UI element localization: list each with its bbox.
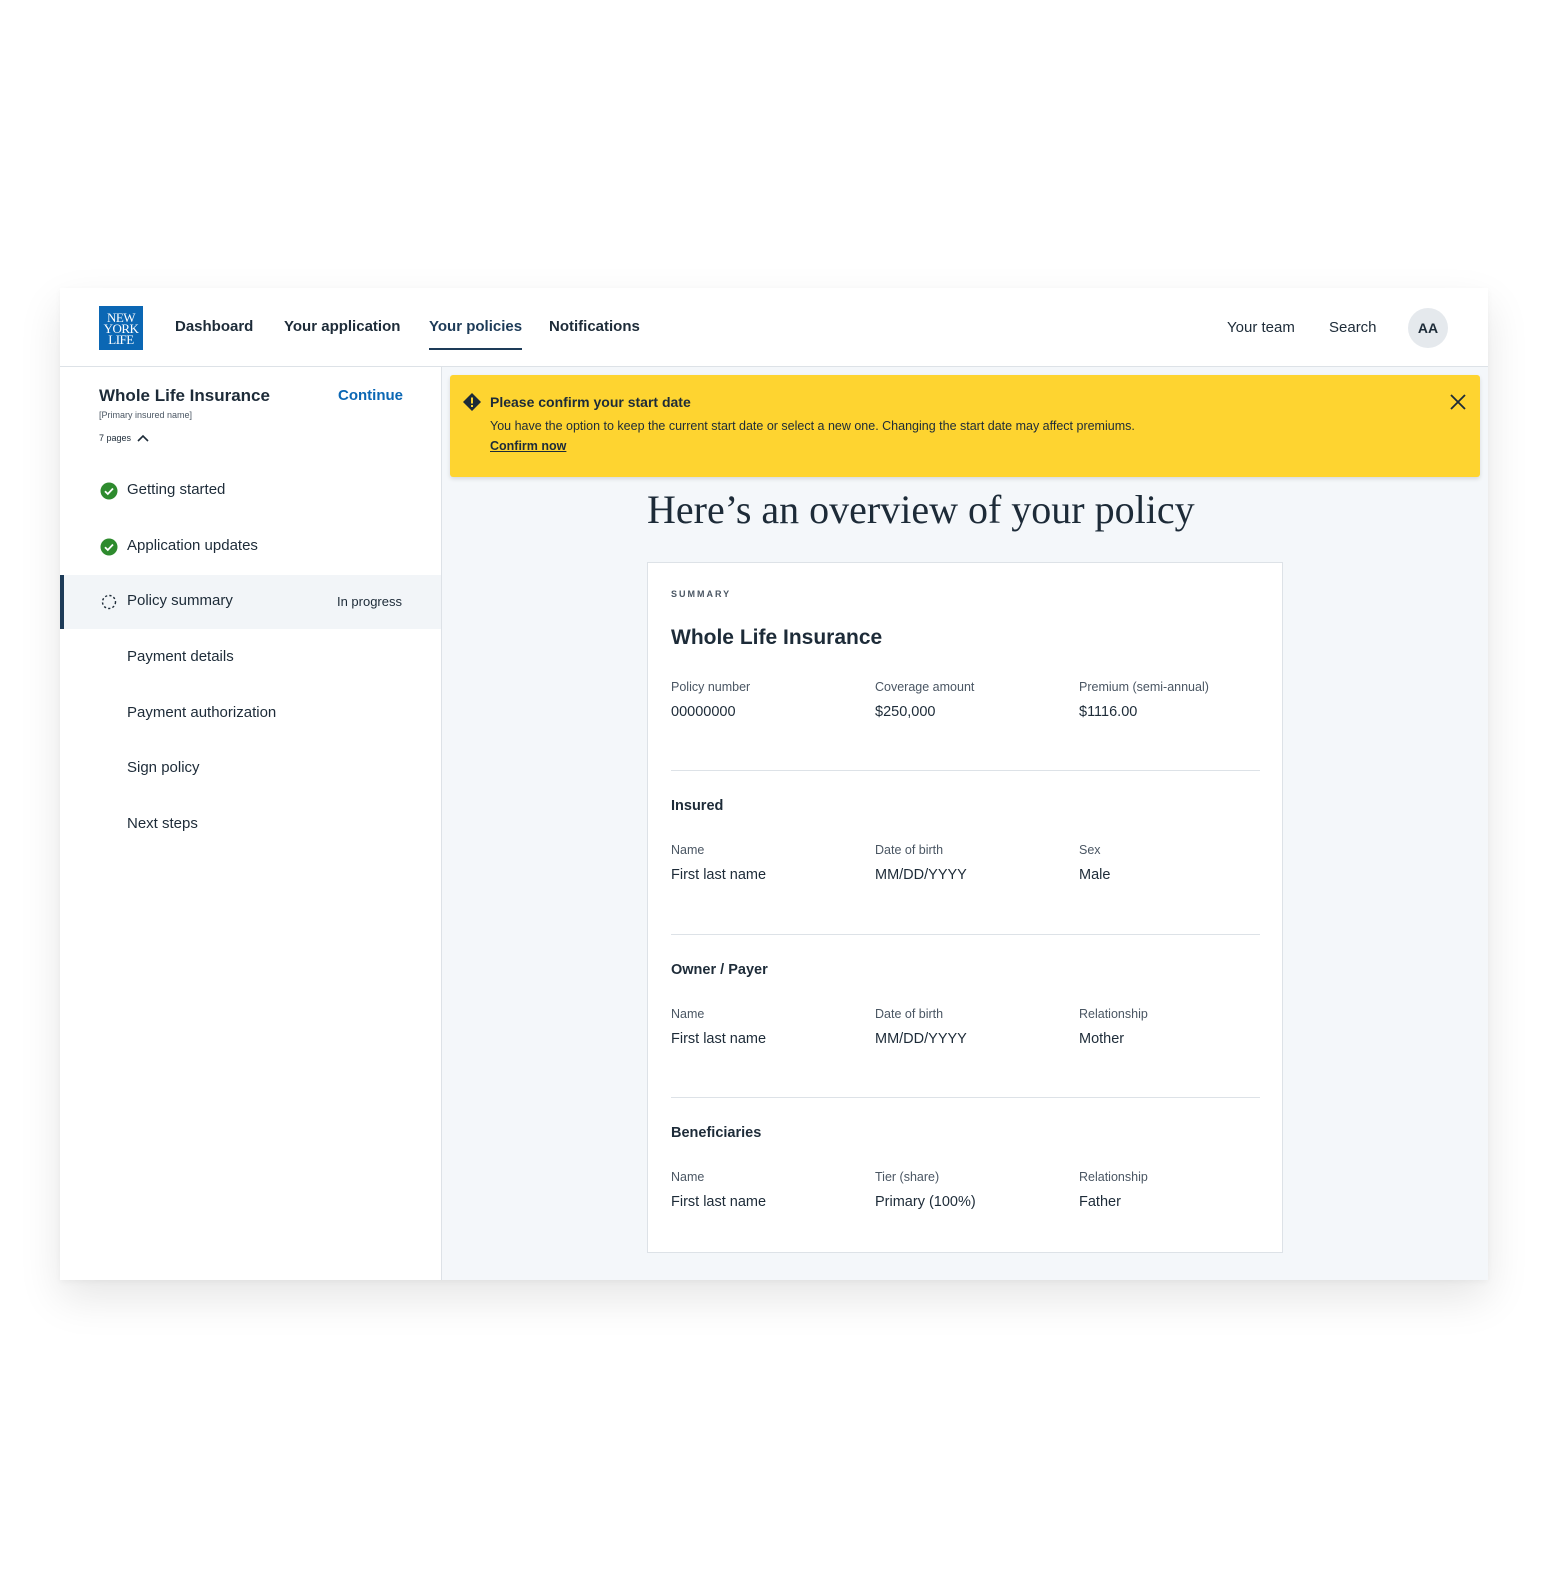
- section-divider: [671, 934, 1260, 935]
- owner-name-label: Name: [671, 1007, 705, 1021]
- insured-dob-label: Date of birth: [875, 843, 944, 857]
- premium-label: Premium (semi-annual): [1079, 680, 1209, 694]
- primary-insured-name: [Primary insured name]: [99, 410, 193, 420]
- pages-count: 7 pages: [99, 433, 132, 443]
- nav-dashboard[interactable]: Dashboard: [175, 318, 253, 350]
- close-icon[interactable]: [1446, 390, 1470, 414]
- pages-toggle[interactable]: 7 pages: [99, 433, 149, 443]
- step-label: Payment authorization: [127, 704, 277, 721]
- policy-number-label: Policy number: [671, 680, 751, 694]
- owner-relationship-value: Mother: [1079, 1031, 1125, 1047]
- continue-button[interactable]: Continue: [338, 387, 403, 404]
- nav-your-application[interactable]: Your application: [284, 318, 400, 350]
- insured-section-title: Insured: [671, 798, 724, 814]
- confirm-now-link[interactable]: Confirm now: [490, 439, 566, 453]
- insured-dob-value: MM/DD/YYYY: [875, 867, 967, 883]
- step-label: Payment details: [127, 648, 234, 665]
- step-label: Application updates: [127, 537, 258, 554]
- owner-dob-value: MM/DD/YYYY: [875, 1031, 967, 1047]
- insured-name-value: First last name: [671, 867, 767, 883]
- coverage-amount-label: Coverage amount: [875, 680, 975, 694]
- step-label: Next steps: [127, 815, 198, 832]
- policy-number-value: 00000000: [671, 704, 736, 720]
- step-application-updates[interactable]: Application updates: [60, 520, 441, 574]
- nav-notifications[interactable]: Notifications: [549, 318, 640, 350]
- step-next-steps[interactable]: Next steps: [60, 798, 441, 852]
- top-navigation: NEW YORK LIFE Dashboard Your application…: [60, 288, 1488, 367]
- owner-name-value: First last name: [671, 1031, 767, 1047]
- beneficiary-tier-value: Primary (100%): [875, 1194, 976, 1210]
- card-eyebrow: SUMMARY: [671, 589, 732, 599]
- coverage-amount-value: $250,000: [875, 704, 936, 720]
- nav-search[interactable]: Search: [1329, 319, 1377, 336]
- beneficiary-name-value: First last name: [671, 1194, 767, 1210]
- step-label: Getting started: [127, 481, 226, 498]
- policy-summary-card: SUMMARY Whole Life Insurance Policy numb…: [647, 562, 1283, 1253]
- warning-diamond-icon: [463, 393, 481, 411]
- alert-message: You have the option to keep the current …: [490, 419, 1135, 433]
- section-divider: [671, 770, 1260, 771]
- application-sidebar: Whole Life Insurance Continue [Primary i…: [60, 367, 442, 1280]
- insured-sex-value: Male: [1079, 867, 1111, 883]
- step-payment-details[interactable]: Payment details: [60, 631, 441, 685]
- user-avatar[interactable]: AA: [1408, 308, 1448, 348]
- step-status-badge: In progress: [336, 594, 402, 609]
- check-circle-icon: [100, 538, 118, 556]
- card-title: Whole Life Insurance: [671, 626, 883, 649]
- premium-value: $1116.00: [1079, 704, 1138, 720]
- page-title: Here’s an overview of your policy: [647, 487, 1195, 532]
- step-getting-started[interactable]: Getting started: [60, 464, 441, 518]
- new-york-life-logo[interactable]: NEW YORK LIFE: [99, 306, 143, 350]
- insured-sex-label: Sex: [1079, 843, 1101, 857]
- nav-your-policies[interactable]: Your policies: [429, 318, 523, 350]
- check-circle-icon: [100, 482, 118, 500]
- step-label: Sign policy: [127, 759, 200, 776]
- insured-name-label: Name: [671, 843, 705, 857]
- app-window: NEW YORK LIFE Dashboard Your application…: [60, 288, 1488, 1280]
- start-date-alert: Please confirm your start date You have …: [450, 375, 1480, 477]
- section-divider: [671, 1097, 1260, 1098]
- in-progress-icon: [101, 594, 117, 610]
- step-label: Policy summary: [127, 592, 233, 609]
- owner-payer-section-title: Owner / Payer: [671, 962, 768, 978]
- beneficiary-name-label: Name: [671, 1170, 705, 1184]
- step-sign-policy[interactable]: Sign policy: [60, 742, 441, 796]
- owner-relationship-label: Relationship: [1079, 1007, 1148, 1021]
- chevron-up-icon: [137, 434, 149, 442]
- sidebar-title: Whole Life Insurance: [99, 386, 270, 405]
- beneficiary-relationship-label: Relationship: [1079, 1170, 1148, 1184]
- beneficiaries-section-title: Beneficiaries: [671, 1125, 762, 1141]
- nav-your-team[interactable]: Your team: [1227, 319, 1295, 336]
- step-payment-authorization[interactable]: Payment authorization: [60, 687, 441, 741]
- alert-title: Please confirm your start date: [490, 394, 691, 410]
- beneficiary-tier-label: Tier (share): [875, 1170, 940, 1184]
- beneficiary-relationship-value: Father: [1079, 1194, 1121, 1210]
- step-policy-summary[interactable]: Policy summary In progress: [60, 575, 441, 629]
- owner-dob-label: Date of birth: [875, 1007, 944, 1021]
